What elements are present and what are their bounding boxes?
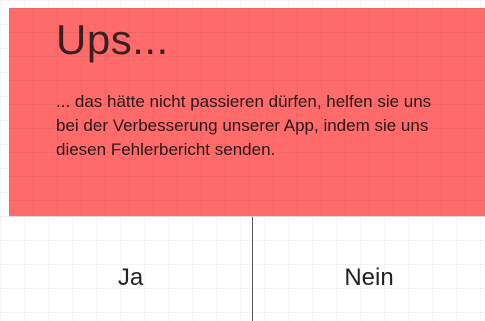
error-banner: Ups... ... das hätte nicht passieren dür… [9,8,485,216]
error-report-dialog: Ups... ... das hätte nicht passieren dür… [9,8,485,321]
no-button-label: Nein [344,263,394,291]
dialog-message: ... das hätte nicht passieren dürfen, he… [56,92,432,159]
yes-button[interactable]: Ja [9,217,252,321]
button-row: Ja Nein [9,216,485,321]
yes-button-label: Ja [117,263,144,291]
no-button[interactable]: Nein [253,217,485,321]
dialog-title: Ups... [56,16,169,63]
